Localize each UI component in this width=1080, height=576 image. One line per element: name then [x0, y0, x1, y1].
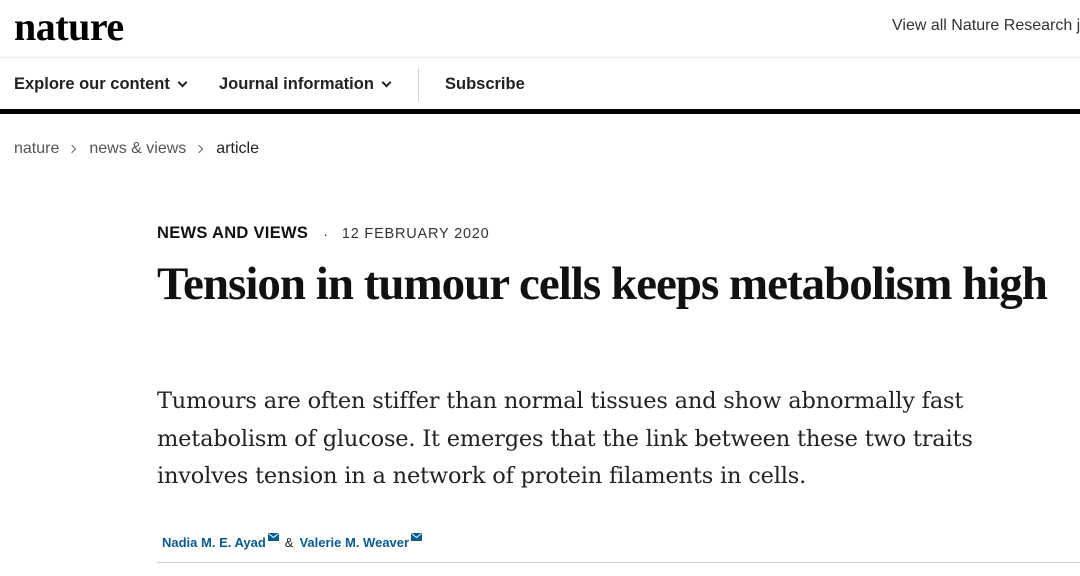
author-list: Nadia M. E. Ayad & Valerie M. Weaver — [162, 533, 423, 550]
author-link[interactable]: Valerie M. Weaver — [299, 535, 409, 550]
breadcrumb-article: article — [216, 140, 259, 157]
breadcrumb: nature news & views article — [14, 140, 259, 158]
nature-logo[interactable]: nature — [14, 4, 124, 50]
chevron-down-icon — [177, 77, 188, 87]
article-title: Tension in tumour cells keeps metabolism… — [157, 258, 1048, 310]
view-all-journals-link[interactable]: View all Nature Research jo — [892, 17, 1080, 35]
meta-separator: · — [323, 225, 328, 242]
nav-journal-information-label: Journal information — [219, 75, 374, 93]
nav-divider — [418, 68, 419, 102]
mail-icon[interactable] — [267, 529, 279, 544]
site-header: nature View all Nature Research jo — [0, 0, 1080, 56]
nav-journal-information[interactable]: Journal information — [219, 75, 392, 94]
breadcrumb-nature[interactable]: nature — [14, 140, 59, 158]
nav-subscribe-label: Subscribe — [445, 75, 525, 93]
article-type[interactable]: NEWS AND VIEWS — [157, 224, 308, 243]
mail-icon[interactable] — [411, 529, 423, 544]
header-rule — [0, 109, 1080, 114]
article-meta: NEWS AND VIEWS · 12 FEBRUARY 2020 — [157, 224, 490, 243]
author-link[interactable]: Nadia M. E. Ayad — [162, 535, 266, 550]
chevron-down-icon — [381, 77, 392, 87]
article-standfirst: Tumours are often stiffer than normal ti… — [157, 388, 973, 489]
breadcrumb-news-views[interactable]: news & views — [89, 140, 186, 158]
nav-subscribe[interactable]: Subscribe — [445, 75, 525, 94]
nav-explore-content[interactable]: Explore our content — [14, 75, 188, 94]
author-joiner: & — [284, 535, 294, 550]
chevron-right-icon — [68, 144, 77, 154]
nav-explore-content-label: Explore our content — [14, 75, 170, 93]
section-divider — [157, 562, 1080, 563]
chevron-right-icon — [195, 144, 204, 154]
publication-date: 12 FEBRUARY 2020 — [341, 225, 490, 242]
main-nav: Explore our content Journal information … — [0, 57, 1080, 109]
